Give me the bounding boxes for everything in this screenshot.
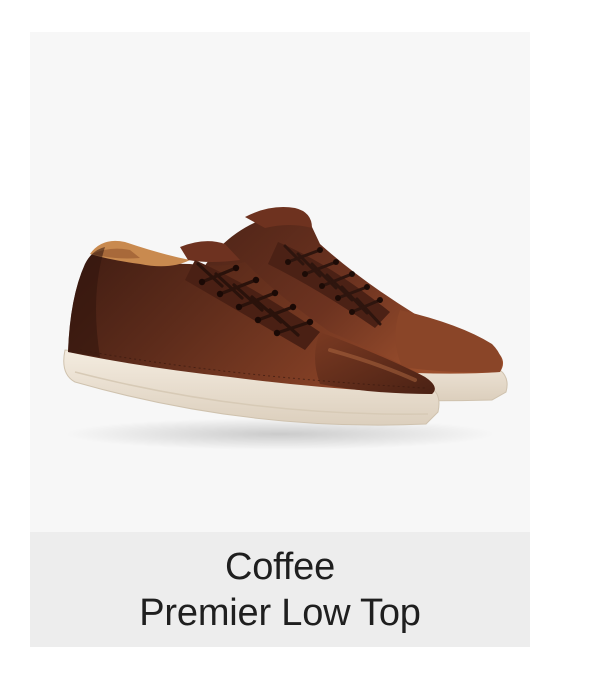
product-card[interactable]: Coffee Premier Low Top — [30, 32, 530, 647]
sneaker-pair-image[interactable] — [30, 32, 530, 532]
product-caption[interactable]: Coffee Premier Low Top — [30, 532, 530, 647]
product-model-name: Premier Low Top — [139, 591, 421, 634]
product-color-name: Coffee — [224, 545, 336, 588]
